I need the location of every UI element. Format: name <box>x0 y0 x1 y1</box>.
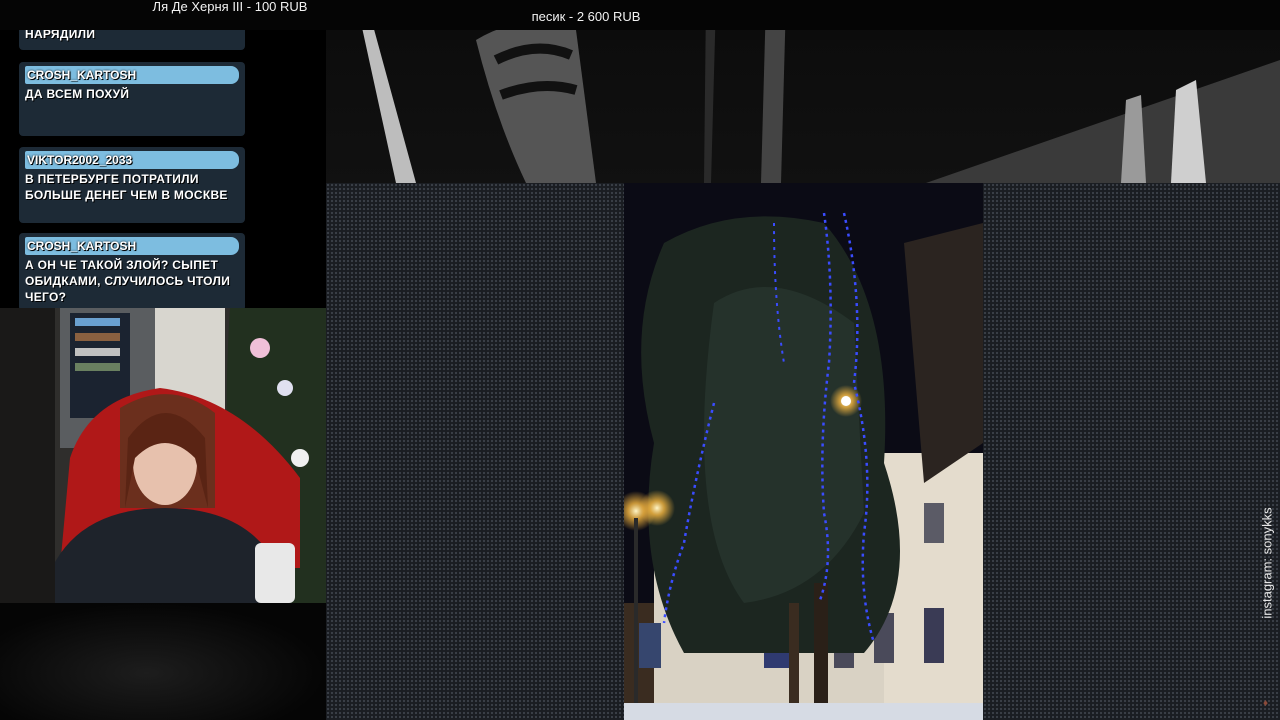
chat-message-text: А ОН ЧЕ ТАКОЙ ЗЛОЙ? СЫПЕТ ОБИДКАМИ, СЛУЧ… <box>25 258 231 304</box>
chat-username: VIKTOR2002_2033 <box>25 151 239 169</box>
chat-message-text: ДА ВСЕМ ПОХУЙ <box>25 87 130 101</box>
mesh-panel-right <box>983 183 1280 720</box>
chat-username: CROSH_KARTOSH <box>25 237 239 255</box>
shield-icon: ♦ <box>1263 698 1269 709</box>
video-player <box>624 183 983 720</box>
chat-username: CROSH_KARTOSH <box>25 66 239 84</box>
donation-ticker: Ля Де Херня III - 100 RUB песик - 2 600 … <box>0 0 1280 30</box>
webcam-image <box>0 308 326 603</box>
chat-overlay: НАРЯДИЛИ CROSH_KARTOSH ДА ВСЕМ ПОХУЙ VIK… <box>0 24 326 311</box>
chat-message: CROSH_KARTOSH А ОН ЧЕ ТАКОЙ ЗЛОЙ? СЫПЕТ … <box>19 233 245 311</box>
donation-item: Ля Де Херня III - 100 RUB <box>152 0 308 14</box>
instagram-watermark: instagram: sonykks <box>1259 507 1275 619</box>
chat-message: CROSH_KARTOSH ДА ВСЕМ ПОХУЙ <box>19 62 245 136</box>
webcam-feed <box>0 308 326 603</box>
chat-message: VIKTOR2002_2033 В ПЕТЕРБУРГЕ ПОТРАТИЛИ Б… <box>19 147 245 223</box>
mesh-panel-left <box>326 183 624 720</box>
donation-item: песик - 2 600 RUB <box>531 9 641 24</box>
night-street-video <box>624 183 983 720</box>
background-shadow <box>0 603 326 720</box>
chat-message-text: В ПЕТЕРБУРГЕ ПОТРАТИЛИ БОЛЬШЕ ДЕНЕГ ЧЕМ … <box>25 172 228 202</box>
